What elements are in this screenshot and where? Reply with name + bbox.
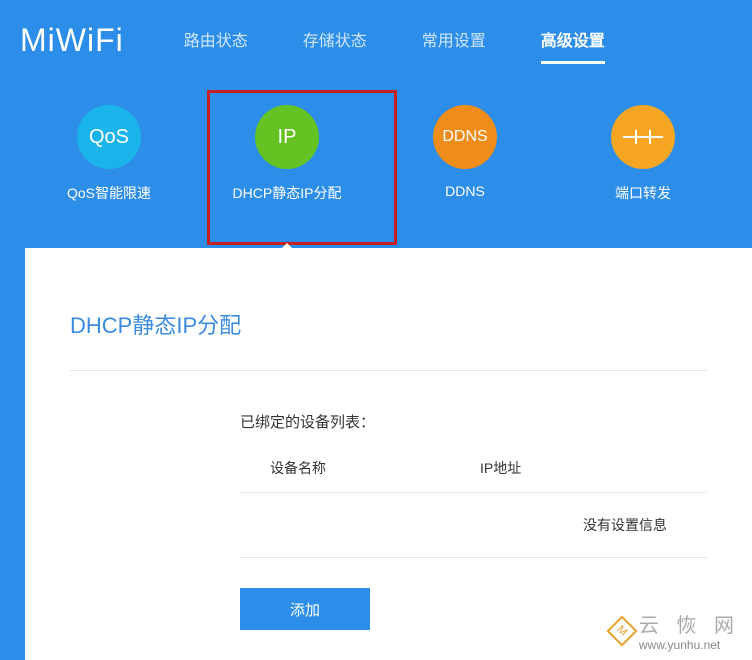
empty-state-text: 没有设置信息: [240, 493, 707, 558]
feature-row: QoS QoS智能限速 IP DHCP静态IP分配 DDNS DDNS 端口转发: [0, 80, 752, 248]
divider: [70, 370, 707, 371]
col-device-name: 设备名称: [240, 458, 480, 478]
nav-advanced-settings[interactable]: 高级设置: [541, 17, 605, 64]
feature-label: DHCP静态IP分配: [233, 183, 342, 203]
feature-label: QoS智能限速: [67, 183, 151, 203]
add-button[interactable]: 添加: [240, 588, 370, 630]
feature-label: 端口转发: [615, 183, 671, 203]
nav-router-status[interactable]: 路由状态: [184, 17, 248, 64]
ip-icon: IP: [255, 105, 319, 169]
top-nav: 路由状态 存储状态 常用设置 高级设置: [184, 17, 605, 64]
feature-ddns[interactable]: DDNS DDNS: [395, 105, 535, 203]
content-panel: DHCP静态IP分配 已绑定的设备列表： 设备名称 IP地址 没有设置信息 添加…: [25, 248, 752, 660]
feature-port-forward[interactable]: 端口转发: [573, 105, 713, 203]
qos-icon: QoS: [77, 105, 141, 169]
bound-devices-label: 已绑定的设备列表：: [240, 411, 707, 432]
port-forward-icon: [611, 105, 675, 169]
app-logo: MiWiFi: [20, 22, 124, 59]
table-header: 设备名称 IP地址: [240, 452, 707, 493]
watermark: M 云 恢 网 www.yunhu.net: [611, 609, 740, 652]
col-ip-address: IP地址: [480, 458, 707, 478]
watermark-url: www.yunhu.net: [639, 638, 720, 652]
nav-common-settings[interactable]: 常用设置: [422, 17, 486, 64]
watermark-text: 云 恢 网: [639, 615, 740, 637]
feature-qos[interactable]: QoS QoS智能限速: [39, 105, 179, 203]
panel-title: DHCP静态IP分配: [70, 308, 707, 340]
feature-label: DDNS: [445, 183, 485, 199]
watermark-badge-icon: M: [606, 615, 637, 646]
feature-dhcp-static-ip[interactable]: IP DHCP静态IP分配: [217, 105, 357, 203]
ddns-icon: DDNS: [433, 105, 497, 169]
nav-storage-status[interactable]: 存储状态: [303, 17, 367, 64]
